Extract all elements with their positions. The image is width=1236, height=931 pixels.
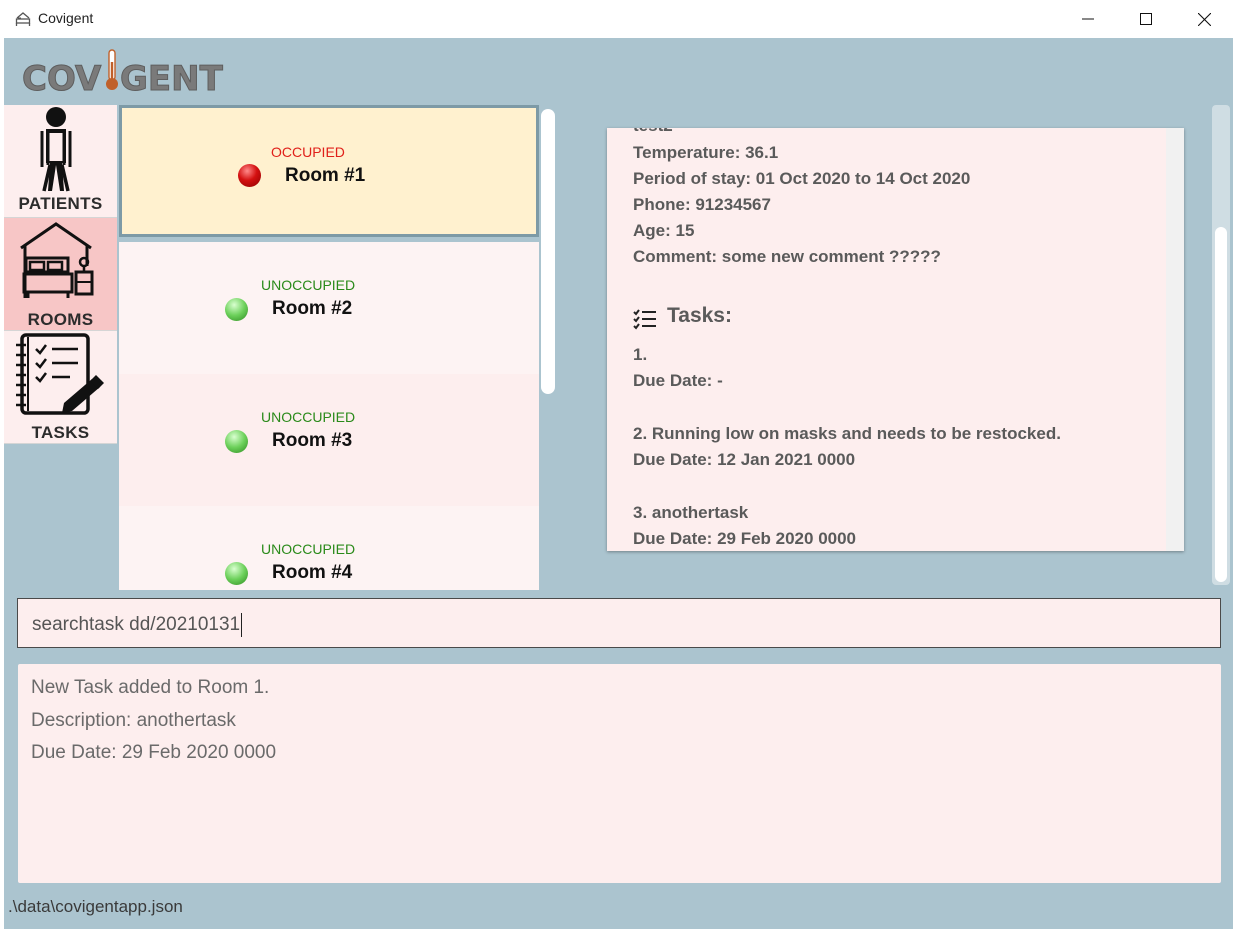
occupied-indicator-icon (238, 164, 261, 187)
room-status: OCCUPIED (271, 144, 345, 160)
nav-tasks[interactable]: TASKS (4, 331, 117, 444)
task-3-due-date: Due Date: 29 Feb 2020 0000 (633, 529, 857, 548)
age-field: Age: 15 (633, 221, 695, 240)
unoccupied-indicator-icon (225, 298, 248, 321)
stick-figure-icon (40, 107, 72, 192)
close-button[interactable] (1175, 0, 1233, 38)
tasks-heading: Tasks: (667, 304, 732, 327)
minimize-button[interactable] (1059, 0, 1117, 38)
task-2-due-date: Due Date: 12 Jan 2021 0000 (633, 450, 856, 469)
unoccupied-indicator-icon (225, 430, 248, 453)
nav-rooms[interactable]: ROOMS (4, 218, 117, 331)
task-1-description: 1. (633, 345, 648, 364)
room-card-4[interactable]: UNOCCUPIED Room #4 (119, 506, 539, 590)
save-location-status: .\data\covigentapp.json (8, 897, 183, 916)
logo-text-left: COV (22, 59, 102, 98)
maximize-icon (1140, 13, 1152, 25)
task-1-due-date: Due Date: - (633, 371, 723, 390)
side-nav: PATIENTS ROOMS TASKS (4, 105, 117, 444)
unoccupied-indicator-icon (225, 562, 248, 585)
room-name: Room #2 (272, 298, 353, 319)
window-title: Covigent (38, 10, 94, 26)
minimize-icon (1082, 18, 1094, 20)
room-status: UNOCCUPIED (261, 277, 356, 293)
result-line-3: Due Date: 29 Feb 2020 0000 (31, 742, 277, 763)
scrollbar-thumb[interactable] (1215, 227, 1227, 582)
task-list-icon (633, 309, 656, 330)
bedroom-icon (20, 222, 94, 298)
detail-outer-scrollbar[interactable] (1212, 105, 1230, 585)
close-icon (1197, 12, 1211, 26)
maximize-button[interactable] (1117, 0, 1175, 38)
room-card-2[interactable]: UNOCCUPIED Room #2 (119, 242, 539, 374)
nav-patients[interactable]: PATIENTS (4, 105, 117, 218)
nav-rooms-label: ROOMS (27, 310, 94, 329)
logo-text-right: GENT (120, 59, 224, 98)
room-list-scrollbar[interactable] (541, 109, 555, 394)
result-line-2: Description: anothertask (31, 710, 236, 731)
title-bar: Covigent (0, 0, 1236, 38)
result-line-1: New Task added to Room 1. (31, 677, 270, 698)
task-3-description: 3. anothertask (633, 503, 749, 522)
room-name: Room #1 (285, 165, 366, 186)
nav-patients-label: PATIENTS (18, 194, 103, 213)
app-window: COV GENT PATIENTS ROOMS TASKS OCCUPIED R… (4, 38, 1233, 929)
checklist-notebook-icon (16, 333, 104, 415)
text-caret (241, 613, 243, 637)
nav-tasks-label: TASKS (31, 423, 90, 442)
room-list[interactable]: OCCUPIED Room #1 UNOCCUPIED Room #2 UNOC… (119, 105, 539, 590)
phone-field: Phone: 91234567 (633, 195, 771, 214)
command-input[interactable]: searchtask dd/20210131 (17, 598, 1221, 648)
room-status: UNOCCUPIED (261, 541, 356, 557)
room-detail-panel: test2 Temperature: 36.1 Period of stay: … (607, 128, 1184, 551)
task-2-description: 2. Running low on masks and needs to be … (633, 424, 1061, 443)
hotel-bed-icon (15, 12, 31, 26)
room-card-1[interactable]: OCCUPIED Room #1 (119, 105, 539, 237)
room-name: Room #3 (272, 430, 353, 451)
thermometer-icon (106, 49, 118, 90)
temperature-field: Temperature: 36.1 (633, 143, 779, 162)
room-card-3[interactable]: UNOCCUPIED Room #3 (119, 374, 539, 506)
comment-field: Comment: some new comment ????? (633, 247, 941, 266)
room-status: UNOCCUPIED (261, 409, 356, 425)
command-input-text: searchtask dd/20210131 (32, 614, 241, 636)
period-of-stay-field: Period of stay: 01 Oct 2020 to 14 Oct 20… (633, 169, 971, 188)
result-display[interactable]: New Task added to Room 1. Description: a… (18, 664, 1221, 883)
detail-scrollbar[interactable] (1166, 128, 1184, 551)
covigent-logo: COV GENT (22, 49, 224, 98)
patient-name-partial: test2 (633, 128, 673, 136)
room-name: Room #4 (272, 562, 353, 583)
